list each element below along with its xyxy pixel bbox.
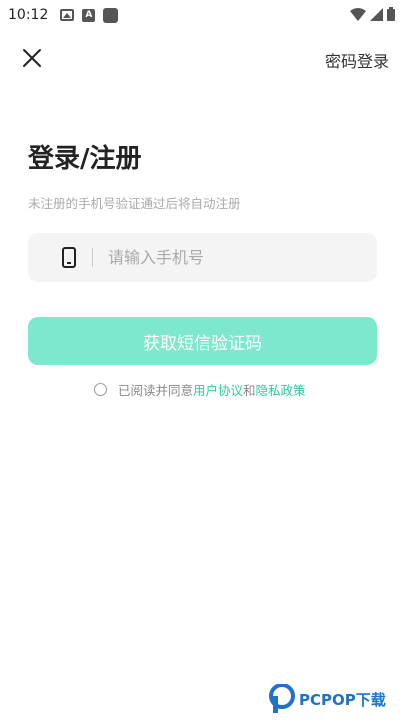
agreement-row: 已阅读并同意 用户协议 和 隐私政策 bbox=[94, 380, 306, 398]
battery-icon bbox=[387, 7, 395, 21]
wifi-icon bbox=[350, 7, 366, 21]
phone-input[interactable] bbox=[108, 233, 368, 282]
page-subtitle: 未注册的手机号验证通过后将自动注册 bbox=[28, 196, 241, 211]
header: 密码登录 bbox=[0, 38, 405, 78]
pcpop-logo-icon bbox=[269, 684, 295, 713]
password-login-button[interactable]: 密码登录 bbox=[325, 48, 389, 72]
login-screen: 10:12 A 密码登录 登录/注册 未注册的手机号验证通过后将自动注册 请输入… bbox=[0, 0, 405, 720]
signal-icon bbox=[370, 7, 383, 21]
status-time: 10:12 bbox=[8, 7, 49, 23]
close-icon[interactable] bbox=[20, 46, 44, 70]
notification-icons: A bbox=[60, 7, 119, 23]
status-bar: 10:12 A bbox=[0, 0, 405, 30]
agreement-checkbox[interactable] bbox=[94, 382, 107, 396]
image-icon bbox=[60, 9, 75, 21]
user-agreement-link[interactable]: 用户协议 bbox=[193, 380, 243, 399]
input-divider bbox=[92, 248, 93, 267]
watermark-text: PCPOP下载 bbox=[299, 690, 386, 709]
phone-icon bbox=[62, 247, 76, 268]
watermark: PCPOP下载 bbox=[269, 682, 399, 716]
agreement-prefix: 已阅读并同意 bbox=[118, 382, 194, 398]
agreement-and: 和 bbox=[243, 382, 256, 398]
a-icon: A bbox=[82, 8, 96, 22]
system-icons bbox=[350, 7, 395, 21]
square-icon bbox=[103, 7, 119, 23]
privacy-policy-link[interactable]: 隐私政策 bbox=[256, 380, 306, 399]
phone-input-box[interactable] bbox=[28, 233, 377, 282]
page-title: 登录/注册 bbox=[28, 144, 142, 174]
get-sms-code-button[interactable]: 获取短信验证码 bbox=[28, 317, 377, 365]
